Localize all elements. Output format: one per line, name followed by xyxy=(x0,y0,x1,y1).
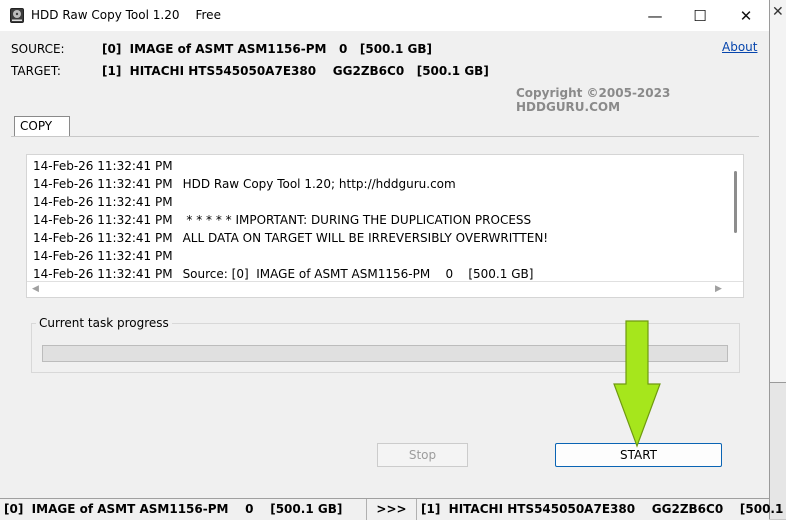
stop-button[interactable]: Stop xyxy=(377,443,468,467)
about-link[interactable]: About xyxy=(722,40,757,54)
tab-copy[interactable]: COPY xyxy=(14,116,70,136)
log-message: HDD Raw Copy Tool 1.20; http://hddguru.c… xyxy=(182,177,456,191)
status-bar: [0] IMAGE of ASMT ASM1156-PM 0 [500.1 GB… xyxy=(0,498,786,520)
source-value: [0] IMAGE of ASMT ASM1156-PM 0 [500.1 GB… xyxy=(102,42,432,56)
log-box[interactable]: 14-Feb-26 11:32:41 PM 14-Feb-26 11:32:41… xyxy=(26,154,744,298)
log-line: 14-Feb-26 11:32:41 PM ALL DATA ON TARGET … xyxy=(33,229,723,247)
log-message: ALL DATA ON TARGET WILL BE IRREVERSIBLY … xyxy=(182,231,549,245)
background-window: ✕ xyxy=(770,0,786,519)
title-bar[interactable]: HDD Raw Copy Tool 1.20 Free — ☐ ✕ xyxy=(0,0,769,31)
log-vertical-scrollbar[interactable] xyxy=(734,171,737,233)
log-time: 14-Feb-26 11:32:41 PM xyxy=(33,249,173,263)
log-message: Source: [0] IMAGE of ASMT ASM1156-PM 0 [… xyxy=(182,267,534,281)
minimize-icon: — xyxy=(647,6,663,25)
log-time: 14-Feb-26 11:32:41 PM xyxy=(33,231,173,245)
source-label: SOURCE: xyxy=(11,42,65,56)
log-time: 14-Feb-26 11:32:41 PM xyxy=(33,195,173,209)
status-target: [1] HITACHI HTS545050A7E380 GG2ZB6C0 [50… xyxy=(421,502,786,516)
log-line: 14-Feb-26 11:32:41 PM xyxy=(33,193,723,211)
background-window-edge: ✕ xyxy=(770,0,786,383)
close-button[interactable]: ✕ xyxy=(723,0,769,31)
log-time: 14-Feb-26 11:32:41 PM xyxy=(33,213,173,227)
status-source: [0] IMAGE of ASMT ASM1156-PM 0 [500.1 GB… xyxy=(0,499,367,520)
background-close-icon[interactable]: ✕ xyxy=(772,4,784,20)
log-message: * * * * * IMPORTANT: DURING THE DUPLICAT… xyxy=(182,213,532,227)
window-title: HDD Raw Copy Tool 1.20 Free xyxy=(31,8,221,22)
minimize-button[interactable]: — xyxy=(632,0,678,31)
log-horizontal-scrollbar[interactable]: ◀ ▶ xyxy=(27,281,743,297)
progress-label: Current task progress xyxy=(36,316,172,330)
green-down-arrow-icon xyxy=(613,320,661,448)
target-value: [1] HITACHI HTS545050A7E380 GG2ZB6C0 [50… xyxy=(102,64,489,78)
target-label: TARGET: xyxy=(11,64,61,78)
hdd-app-icon xyxy=(10,8,24,23)
log-line: 14-Feb-26 11:32:41 PM xyxy=(33,157,723,175)
log-line: 14-Feb-26 11:32:41 PM xyxy=(33,247,723,265)
window-title-text: HDD Raw Copy Tool 1.20 xyxy=(31,8,180,22)
log-line: 14-Feb-26 11:32:41 PM * * * * * IMPORTAN… xyxy=(33,211,723,229)
maximize-button[interactable]: ☐ xyxy=(677,0,723,31)
status-arrow: >>> xyxy=(367,499,417,520)
log-time: 14-Feb-26 11:32:41 PM xyxy=(33,267,173,281)
log-time: 14-Feb-26 11:32:41 PM xyxy=(33,159,173,173)
scroll-right-icon[interactable]: ▶ xyxy=(715,284,722,294)
scroll-left-icon[interactable]: ◀ xyxy=(32,284,39,294)
log-line: 14-Feb-26 11:32:41 PM HDD Raw Copy Tool 1… xyxy=(33,175,723,193)
log-lines: 14-Feb-26 11:32:41 PM 14-Feb-26 11:32:41… xyxy=(33,157,723,283)
maximize-icon: ☐ xyxy=(693,6,707,25)
close-icon: ✕ xyxy=(739,6,753,25)
edition-label: Free xyxy=(195,8,221,22)
log-time: 14-Feb-26 11:32:41 PM xyxy=(33,177,173,191)
copyright-text: Copyright ©2005-2023 HDDGURU.COM xyxy=(516,86,671,114)
app-window: HDD Raw Copy Tool 1.20 Free — ☐ ✕ SOURCE:… xyxy=(0,0,786,520)
